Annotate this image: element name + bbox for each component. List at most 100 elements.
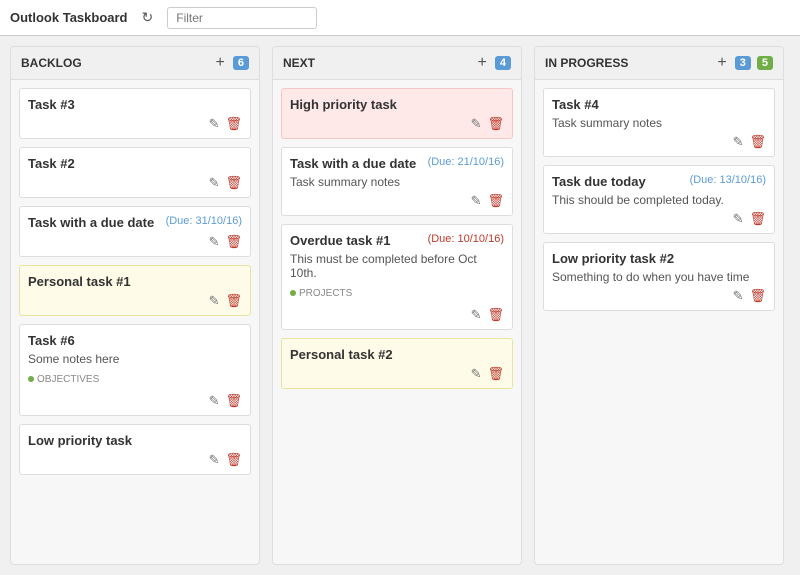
edit-card-button[interactable]: ✎: [733, 288, 744, 304]
column-title-inprogress: IN PROGRESS: [545, 56, 709, 70]
card-actions: ✎🗑: [28, 393, 242, 409]
card-notes: Task summary notes: [552, 116, 766, 130]
filter-input[interactable]: [167, 7, 317, 29]
card-title: Task with a due date: [28, 215, 154, 230]
delete-card-button[interactable]: 🗑: [225, 393, 242, 409]
card-title-row: Task #6: [28, 333, 242, 348]
card-title: Personal task #2: [290, 347, 393, 362]
refresh-button[interactable]: ↻: [138, 7, 158, 28]
card-title-row: High priority task: [290, 97, 504, 112]
card-actions: ✎🗑: [290, 307, 504, 323]
card-notes: Some notes here: [28, 352, 242, 366]
edit-card-button[interactable]: ✎: [471, 116, 482, 132]
card-actions: ✎🗑: [28, 234, 242, 250]
delete-card-button[interactable]: 🗑: [749, 288, 766, 304]
edit-card-button[interactable]: ✎: [471, 307, 482, 323]
delete-card-button[interactable]: 🗑: [487, 193, 504, 209]
card-actions: ✎🗑: [290, 116, 504, 132]
edit-card-button[interactable]: ✎: [471, 366, 482, 382]
delete-card-button[interactable]: 🗑: [225, 175, 242, 191]
card-title-row: Low priority task #2: [552, 251, 766, 266]
inprogress-badge1: 3: [735, 56, 751, 70]
delete-card-button[interactable]: 🗑: [225, 116, 242, 132]
card-actions: ✎🗑: [28, 116, 242, 132]
delete-card-button[interactable]: 🗑: [749, 134, 766, 150]
edit-card-button[interactable]: ✎: [209, 175, 220, 191]
card-tag: OBJECTIVES: [28, 374, 99, 385]
card-due: (Due: 10/10/16): [428, 233, 504, 245]
card-notes: Task summary notes: [290, 175, 504, 189]
card-task-due: Task with a due date(Due: 21/10/16)Task …: [281, 147, 513, 216]
tag-label: PROJECTS: [299, 288, 352, 299]
column-next: NEXT+4High priority task✎🗑Task with a du…: [272, 46, 522, 565]
card-title: High priority task: [290, 97, 397, 112]
card-overdue1: Overdue task #1 (Due: 10/10/16) This must …: [281, 224, 513, 330]
card-title: Low priority task #2: [552, 251, 674, 266]
delete-card-button[interactable]: 🗑: [225, 293, 242, 309]
card-low-priority: Low priority task ✎ 🗑: [19, 424, 251, 475]
app-title: Outlook Taskboard: [10, 10, 128, 25]
card-title: Task #2: [28, 156, 75, 171]
card-actions: ✎🗑: [290, 193, 504, 209]
card-title: Task #4: [552, 97, 599, 112]
card-title: Overdue task #1: [290, 233, 390, 248]
delete-card-button[interactable]: 🗑: [487, 366, 504, 382]
column-body-next: High priority task✎🗑Task with a due date…: [273, 80, 521, 564]
card-actions: ✎🗑: [552, 134, 766, 150]
tag-dot-icon: [290, 290, 296, 296]
column-header-next: NEXT+4: [273, 47, 521, 80]
card-title: Task #3: [28, 97, 75, 112]
delete-card-button[interactable]: 🗑: [225, 452, 242, 468]
card-task-due-date: Task with a due date(Due: 31/10/16)✎🗑: [19, 206, 251, 257]
card-notes: This should be completed today.: [552, 193, 766, 207]
card-actions: ✎🗑: [552, 211, 766, 227]
card-title-row: Task with a due date (Due: 31/10/16): [28, 215, 242, 230]
card-actions: ✎🗑: [28, 293, 242, 309]
delete-card-button[interactable]: 🗑: [487, 116, 504, 132]
card-personal2: Personal task #2 ✎ 🗑: [281, 338, 513, 389]
column-header-inprogress: IN PROGRESS +35: [535, 47, 783, 80]
column-inprogress: IN PROGRESS +35 Task #4 Task summary notes ✎…: [534, 46, 784, 565]
card-task4: Task #4Task summary notes✎🗑: [543, 88, 775, 157]
tag-dot-icon: [28, 376, 34, 382]
edit-card-button[interactable]: ✎: [209, 234, 220, 250]
card-title-row: Low priority task: [28, 433, 242, 448]
edit-card-button[interactable]: ✎: [471, 193, 482, 209]
card-title: Low priority task: [28, 433, 132, 448]
card-actions: ✎🗑: [552, 288, 766, 304]
column-backlog: BACKLOG+6Task #3✎🗑Task #2✎🗑Task with a d…: [10, 46, 260, 565]
column-body-backlog: Task #3✎🗑Task #2✎🗑Task with a due date(D…: [11, 80, 259, 564]
card-task-due-today: Task due today(Due: 13/10/16)This should…: [543, 165, 775, 234]
add-card-button-next[interactable]: +: [476, 55, 489, 71]
edit-card-button[interactable]: ✎: [733, 134, 744, 150]
app-header: Outlook Taskboard ↻: [0, 0, 800, 36]
card-personal1: Personal task #1✎🗑: [19, 265, 251, 316]
card-title: Task due today: [552, 174, 646, 189]
delete-card-button[interactable]: 🗑: [225, 234, 242, 250]
column-body-inprogress: Task #4Task summary notes✎🗑Task due toda…: [535, 80, 783, 564]
add-card-button-backlog[interactable]: +: [214, 55, 227, 71]
card-due: (Due: 31/10/16): [166, 215, 242, 227]
card-title: Task with a due date: [290, 156, 416, 171]
edit-card-button[interactable]: ✎: [209, 116, 220, 132]
edit-card-button[interactable]: ✎: [209, 452, 220, 468]
card-notes: Something to do when you have time: [552, 270, 766, 284]
card-task2: Task #2 ✎ 🗑: [19, 147, 251, 198]
card-title-row: Overdue task #1 (Due: 10/10/16): [290, 233, 504, 248]
card-notes: This must be completed before Oct 10th.: [290, 252, 504, 280]
delete-card-button[interactable]: 🗑: [749, 211, 766, 227]
card-due: (Due: 21/10/16): [428, 156, 504, 168]
inprogress-badge2: 5: [757, 56, 773, 70]
delete-card-button[interactable]: 🗑: [487, 307, 504, 323]
card-title: Task #6: [28, 333, 75, 348]
edit-card-button[interactable]: ✎: [209, 393, 220, 409]
card-title-row: Task #3: [28, 97, 242, 112]
card-title-row: Task with a due date (Due: 21/10/16): [290, 156, 504, 171]
tag-label: OBJECTIVES: [37, 374, 99, 385]
badge-backlog: 6: [233, 56, 249, 70]
column-header-backlog: BACKLOG+6: [11, 47, 259, 80]
edit-card-button[interactable]: ✎: [733, 211, 744, 227]
edit-card-button[interactable]: ✎: [209, 293, 220, 309]
card-low-priority2: Low priority task #2 Something to do when…: [543, 242, 775, 311]
add-card-button-inprogress[interactable]: +: [715, 55, 728, 71]
